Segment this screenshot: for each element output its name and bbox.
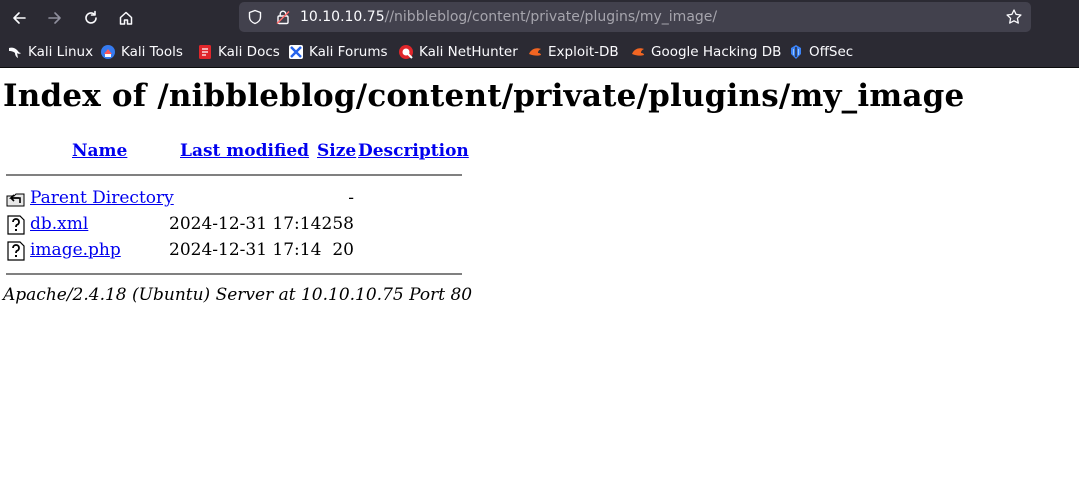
forward-button[interactable] xyxy=(41,4,69,32)
bookmark-label: Kali NetHunter xyxy=(419,44,518,60)
divider-bottom xyxy=(6,273,462,275)
column-header-last-modified[interactable]: Last modified xyxy=(180,141,309,161)
home-icon xyxy=(119,11,133,25)
kali-tools-icon xyxy=(101,45,115,59)
row-last-modified: 2024-12-31 17:14 xyxy=(169,214,322,234)
reload-button[interactable] xyxy=(77,4,105,32)
address-bar[interactable]: 10.10.10.75//nibbleblog/content/private/… xyxy=(239,2,1031,32)
url-host: 10.10.10.75 xyxy=(300,9,385,25)
page-title: Index of /nibbleblog/content/private/plu… xyxy=(3,78,965,114)
bookmark-label: Kali Forums xyxy=(309,44,388,60)
reload-icon xyxy=(85,10,97,24)
kali-docs-icon xyxy=(199,45,211,59)
row-size: - xyxy=(348,188,354,208)
bookmarks-toolbar: Kali Linux Kali Tools Kali Docs Kali For… xyxy=(0,36,1079,68)
url-path: //nibbleblog/content/private/plugins/my_… xyxy=(384,9,718,25)
file-link-db-xml[interactable]: db.xml xyxy=(30,214,88,234)
listing-row-db-xml: db.xml 2024-12-31 17:14 258 xyxy=(6,214,466,236)
listing-row-parent-directory: Parent Directory - xyxy=(6,188,466,210)
ghdb-icon xyxy=(632,48,644,56)
server-signature: Apache/2.4.18 (Ubuntu) Server at 10.10.1… xyxy=(3,285,473,305)
row-size: 258 xyxy=(321,214,354,234)
bookmark-star-icon[interactable] xyxy=(1005,8,1023,26)
bookmark-kali-nethunter[interactable]: Kali NetHunter xyxy=(398,44,518,60)
bookmark-offsec[interactable]: OffSec xyxy=(788,44,853,60)
exploit-db-icon xyxy=(529,48,541,56)
bookmark-google-hacking-db[interactable]: Google Hacking DB xyxy=(630,44,781,60)
nethunter-icon xyxy=(399,45,413,59)
back-folder-icon xyxy=(6,193,25,207)
bookmark-label: Kali Tools xyxy=(121,44,183,60)
row-size: 20 xyxy=(332,240,354,260)
bookmark-kali-linux[interactable]: Kali Linux xyxy=(7,44,93,60)
column-header-name[interactable]: Name xyxy=(72,141,127,161)
bookmark-label: Kali Docs xyxy=(218,44,280,60)
bookmark-kali-forums[interactable]: Kali Forums xyxy=(288,44,388,60)
divider-top xyxy=(6,174,462,176)
bookmark-kali-tools[interactable]: Kali Tools xyxy=(100,44,183,60)
parent-directory-link[interactable]: Parent Directory xyxy=(30,188,174,208)
offsec-icon xyxy=(791,45,801,59)
file-link-image-php[interactable]: image.php xyxy=(30,240,121,260)
bookmark-label: OffSec xyxy=(809,44,854,60)
home-button[interactable] xyxy=(112,4,140,32)
arrow-right-icon xyxy=(48,12,61,24)
bookmark-exploit-db[interactable]: Exploit-DB xyxy=(527,44,619,60)
shield-icon[interactable] xyxy=(247,9,263,25)
back-button[interactable] xyxy=(5,4,33,32)
listing-row-image-php: image.php 2024-12-31 17:14 20 xyxy=(6,240,466,262)
column-header-description[interactable]: Description xyxy=(358,141,469,161)
bookmark-label: Google Hacking DB xyxy=(651,44,782,60)
unknown-file-icon xyxy=(7,215,25,235)
page-content: Index of /nibbleblog/content/private/plu… xyxy=(0,69,1079,489)
browser-toolbar: 10.10.10.75//nibbleblog/content/private/… xyxy=(0,0,1079,36)
url-text[interactable]: 10.10.10.75//nibbleblog/content/private/… xyxy=(300,9,717,25)
bookmark-kali-docs[interactable]: Kali Docs xyxy=(197,44,280,60)
kali-forums-icon xyxy=(289,45,303,59)
kali-dragon-icon xyxy=(9,47,21,58)
bookmark-label: Kali Linux xyxy=(28,44,94,60)
arrow-left-icon xyxy=(13,12,26,24)
column-header-size[interactable]: Size xyxy=(317,141,356,161)
insecure-lock-icon[interactable] xyxy=(275,9,291,25)
bookmark-label: Exploit-DB xyxy=(548,44,619,60)
unknown-file-icon xyxy=(7,241,25,261)
row-last-modified: 2024-12-31 17:14 xyxy=(169,240,322,260)
